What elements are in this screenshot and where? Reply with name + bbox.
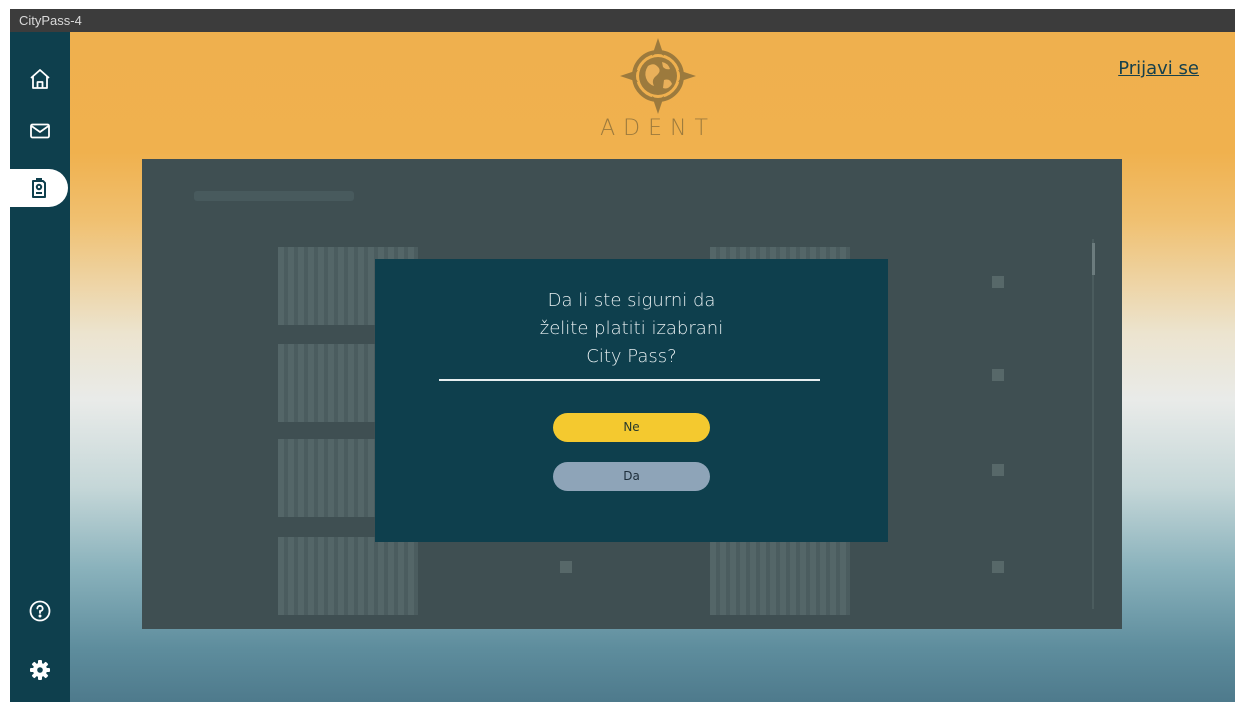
yes-button[interactable]: Da	[553, 462, 710, 491]
dialog-message-line: City Pass?	[586, 346, 677, 367]
list-item-image	[278, 537, 418, 615]
scrollbar-track[interactable]	[1092, 239, 1094, 609]
scrollbar-thumb[interactable]	[1092, 243, 1095, 275]
list-item-checkbox[interactable]	[992, 561, 1004, 573]
settings-icon	[30, 660, 50, 680]
sidebar-item-help[interactable]	[10, 592, 70, 630]
compass-globe-icon	[620, 38, 696, 114]
login-link[interactable]: Prijavi se	[1118, 58, 1199, 79]
confirm-payment-dialog: Da li ste sigurni da želite platiti izab…	[375, 259, 888, 542]
brand-name: ADENT	[600, 116, 716, 141]
list-item-checkbox[interactable]	[992, 464, 1004, 476]
sidebar	[10, 32, 70, 702]
window-title: CityPass-4	[10, 9, 1235, 32]
sidebar-item-settings[interactable]	[10, 651, 70, 689]
dialog-divider	[439, 379, 820, 381]
home-icon	[30, 69, 50, 89]
panel-heading-placeholder	[194, 191, 354, 201]
no-button[interactable]: Ne	[553, 413, 710, 442]
sidebar-item-city-pass[interactable]	[10, 169, 68, 207]
list-item-image	[710, 537, 850, 615]
sidebar-item-home[interactable]	[10, 60, 70, 98]
app-window: ADENT Prijavi se Da li ste sigurni da že…	[10, 32, 1235, 702]
pass-icon	[32, 178, 46, 198]
list-item-checkbox[interactable]	[992, 276, 1004, 288]
dialog-message: Da li ste sigurni da želite platiti izab…	[375, 287, 888, 371]
mail-icon	[30, 123, 50, 139]
help-icon	[29, 600, 51, 622]
dialog-message-line: Da li ste sigurni da	[547, 290, 716, 311]
dialog-message-line: želite platiti izabrani	[539, 318, 724, 339]
brand-logo: ADENT	[558, 34, 758, 149]
list-item-checkbox[interactable]	[560, 561, 572, 573]
list-item-checkbox[interactable]	[992, 369, 1004, 381]
sidebar-item-messages[interactable]	[10, 112, 70, 150]
